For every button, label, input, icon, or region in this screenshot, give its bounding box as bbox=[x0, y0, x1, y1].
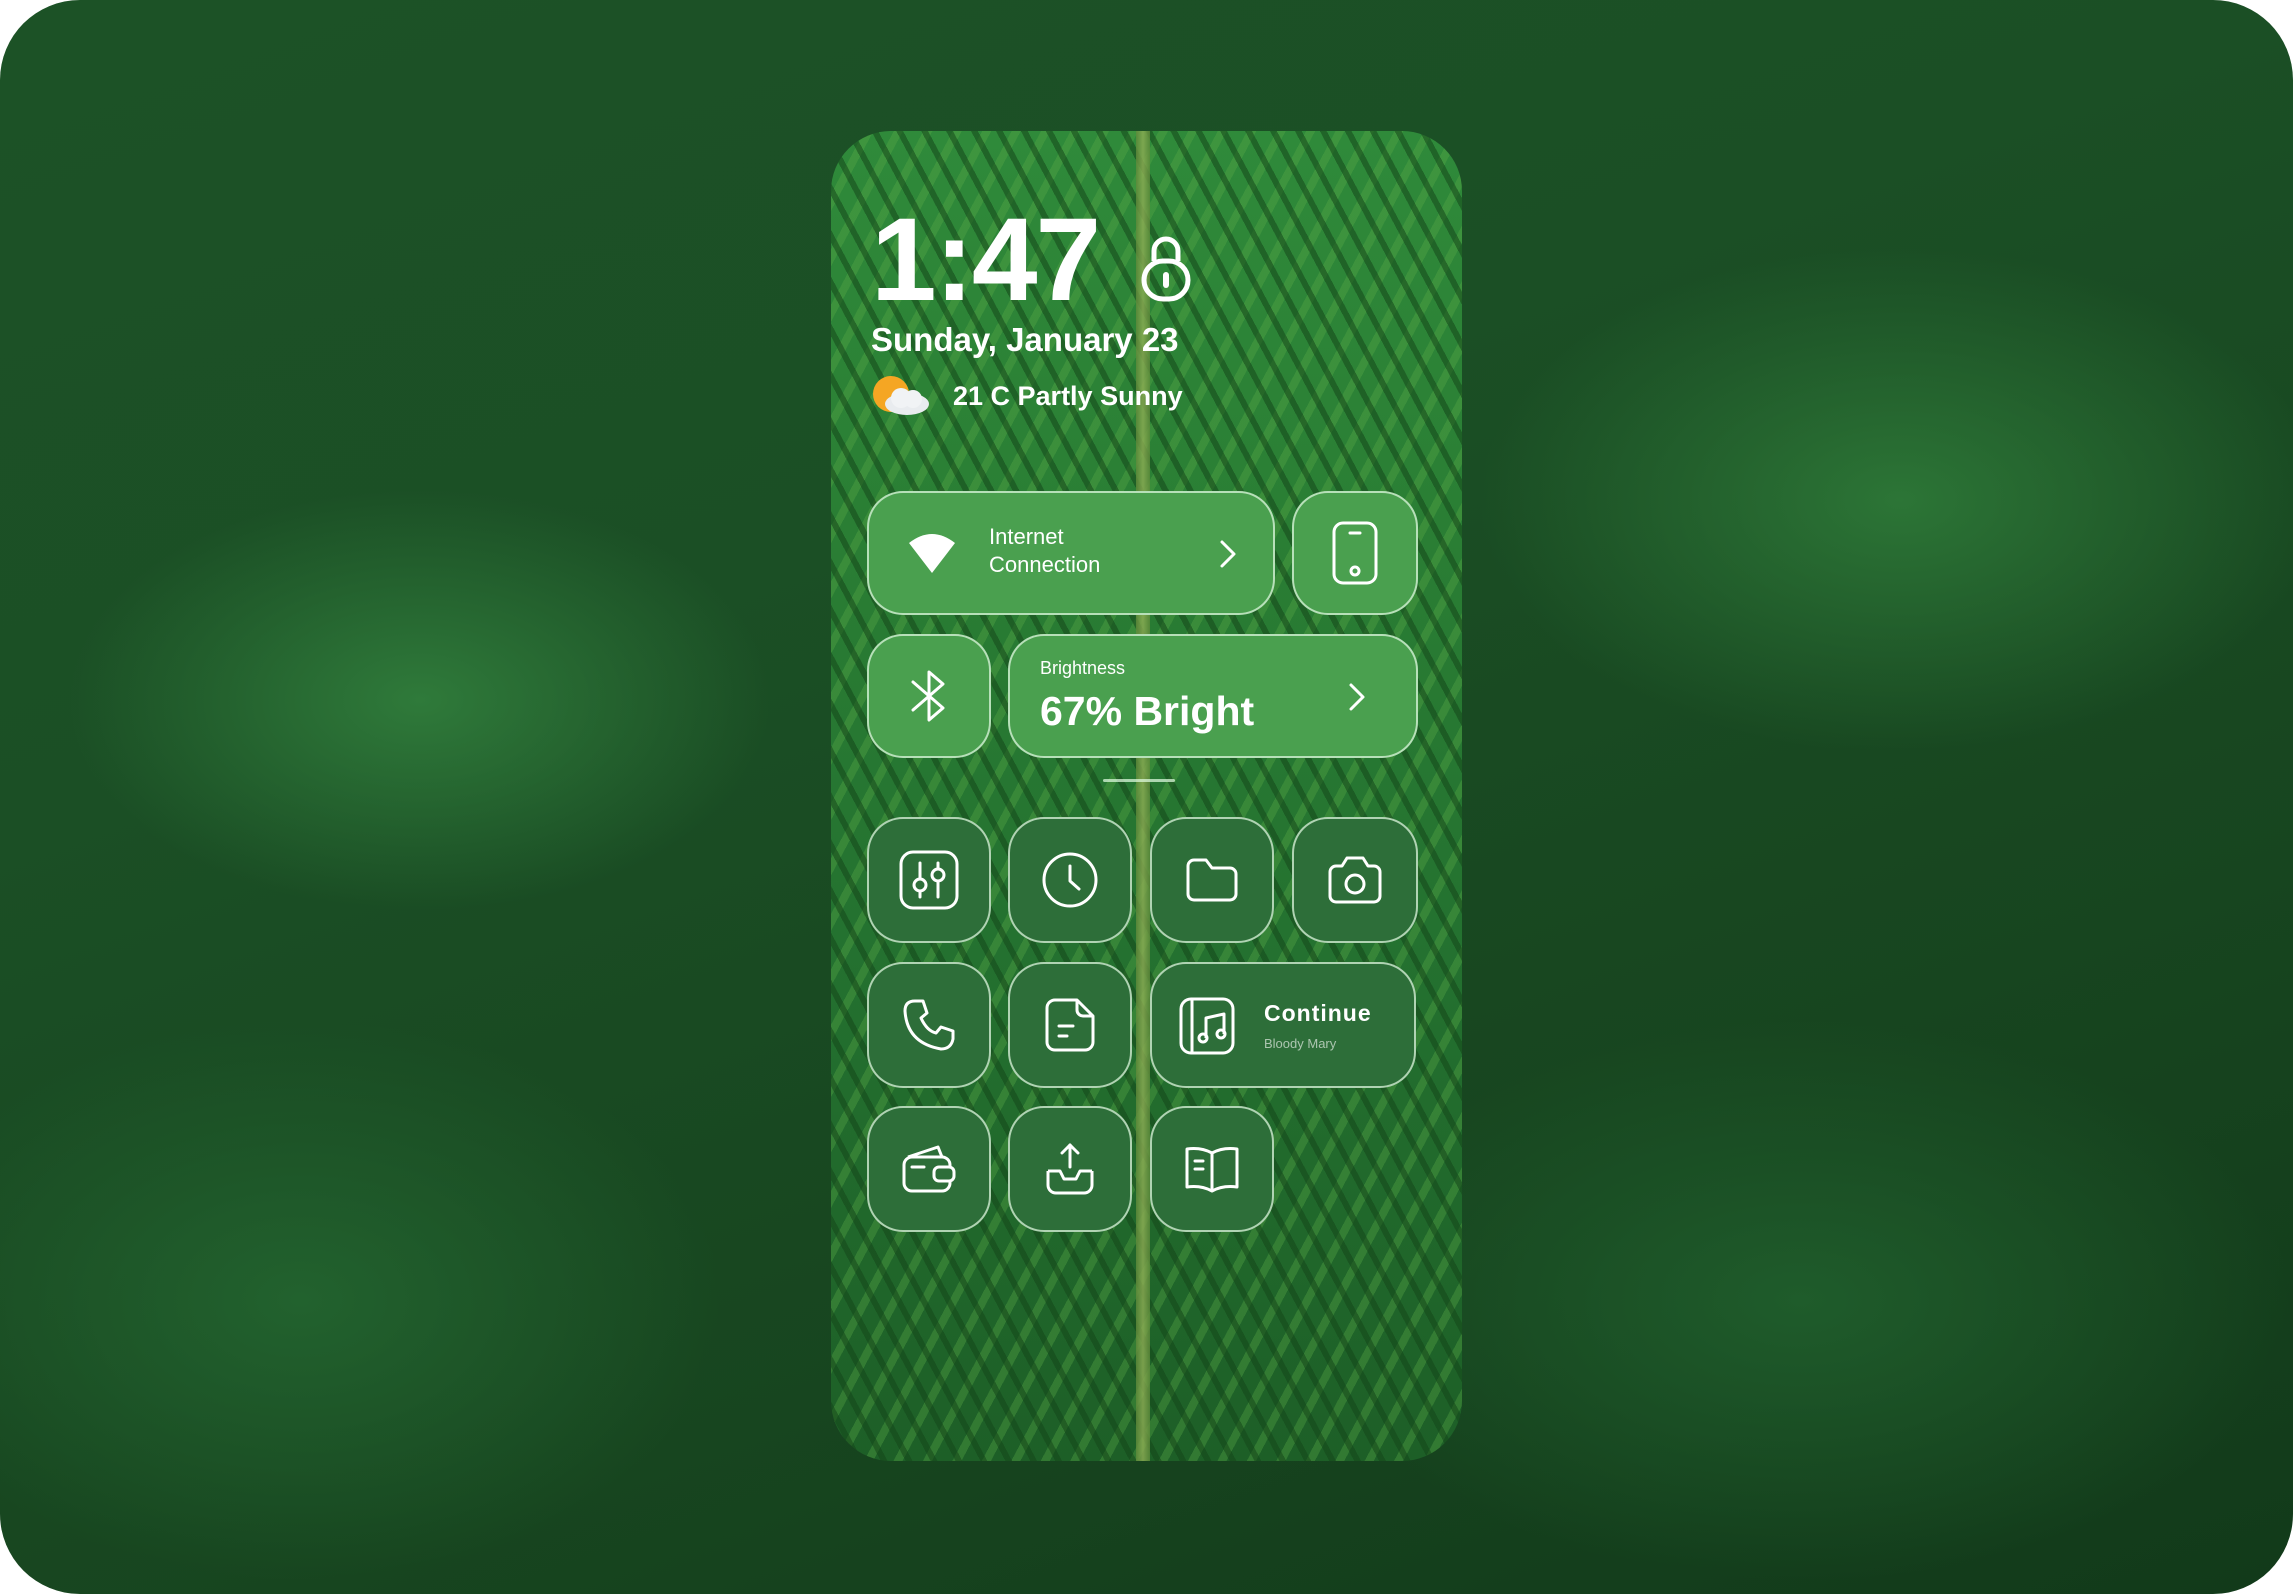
folder-icon bbox=[1186, 858, 1238, 902]
phone-lock-screen: 1:47 Sunday, January 23 21 C Partly Sunn… bbox=[831, 131, 1462, 1461]
sliders-icon bbox=[899, 850, 959, 910]
clock-time: 1:47 bbox=[871, 194, 1101, 326]
clock-icon bbox=[1042, 852, 1098, 908]
device-tile[interactable] bbox=[1292, 491, 1418, 615]
phone-icon bbox=[903, 999, 955, 1051]
blurred-background: 1:47 Sunday, January 23 21 C Partly Sunn… bbox=[0, 0, 2293, 1594]
music-note-icon bbox=[1179, 997, 1235, 1055]
camera-icon bbox=[1328, 856, 1382, 904]
brightness-tile[interactable]: Brightness 67% Bright bbox=[1008, 634, 1418, 758]
bluetooth-icon bbox=[911, 670, 945, 722]
app-notes[interactable] bbox=[1008, 962, 1132, 1088]
upload-icon bbox=[1046, 1143, 1094, 1195]
music-continue-tile[interactable]: Continue Bloody Mary bbox=[1150, 962, 1416, 1088]
wifi-icon bbox=[909, 534, 955, 573]
app-books[interactable] bbox=[1150, 1106, 1274, 1232]
partly-sunny-icon bbox=[873, 376, 929, 415]
app-settings[interactable] bbox=[867, 817, 991, 943]
music-track-label: Bloody Mary bbox=[1264, 1036, 1337, 1051]
section-divider bbox=[1103, 779, 1175, 782]
chevron-right-icon bbox=[1349, 683, 1365, 711]
bluetooth-tile[interactable] bbox=[867, 634, 991, 758]
brightness-value: 67% Bright bbox=[1040, 688, 1255, 734]
weather-text: 21 C Partly Sunny bbox=[953, 380, 1183, 411]
phone-device-icon bbox=[1332, 521, 1378, 585]
internet-label-line2: Connection bbox=[989, 552, 1101, 577]
book-icon bbox=[1185, 1147, 1239, 1193]
app-camera[interactable] bbox=[1292, 817, 1418, 943]
app-clock[interactable] bbox=[1008, 817, 1132, 943]
wallet-icon bbox=[902, 1145, 956, 1193]
note-icon bbox=[1045, 998, 1095, 1052]
internet-connection-tile[interactable]: Internet Connection bbox=[867, 491, 1275, 615]
app-files[interactable] bbox=[1150, 817, 1274, 943]
brightness-label: Brightness bbox=[1040, 658, 1126, 678]
music-action-label: Continue bbox=[1264, 1000, 1372, 1026]
date-label: Sunday, January 23 bbox=[871, 321, 1179, 358]
chevron-right-icon bbox=[1220, 540, 1236, 568]
weather-widget: 21 C Partly Sunny bbox=[871, 374, 1183, 418]
lock-icon[interactable] bbox=[1138, 231, 1194, 303]
app-share[interactable] bbox=[1008, 1106, 1132, 1232]
app-wallet[interactable] bbox=[867, 1106, 991, 1232]
internet-label-line1: Internet bbox=[989, 524, 1064, 549]
app-phone[interactable] bbox=[867, 962, 991, 1088]
